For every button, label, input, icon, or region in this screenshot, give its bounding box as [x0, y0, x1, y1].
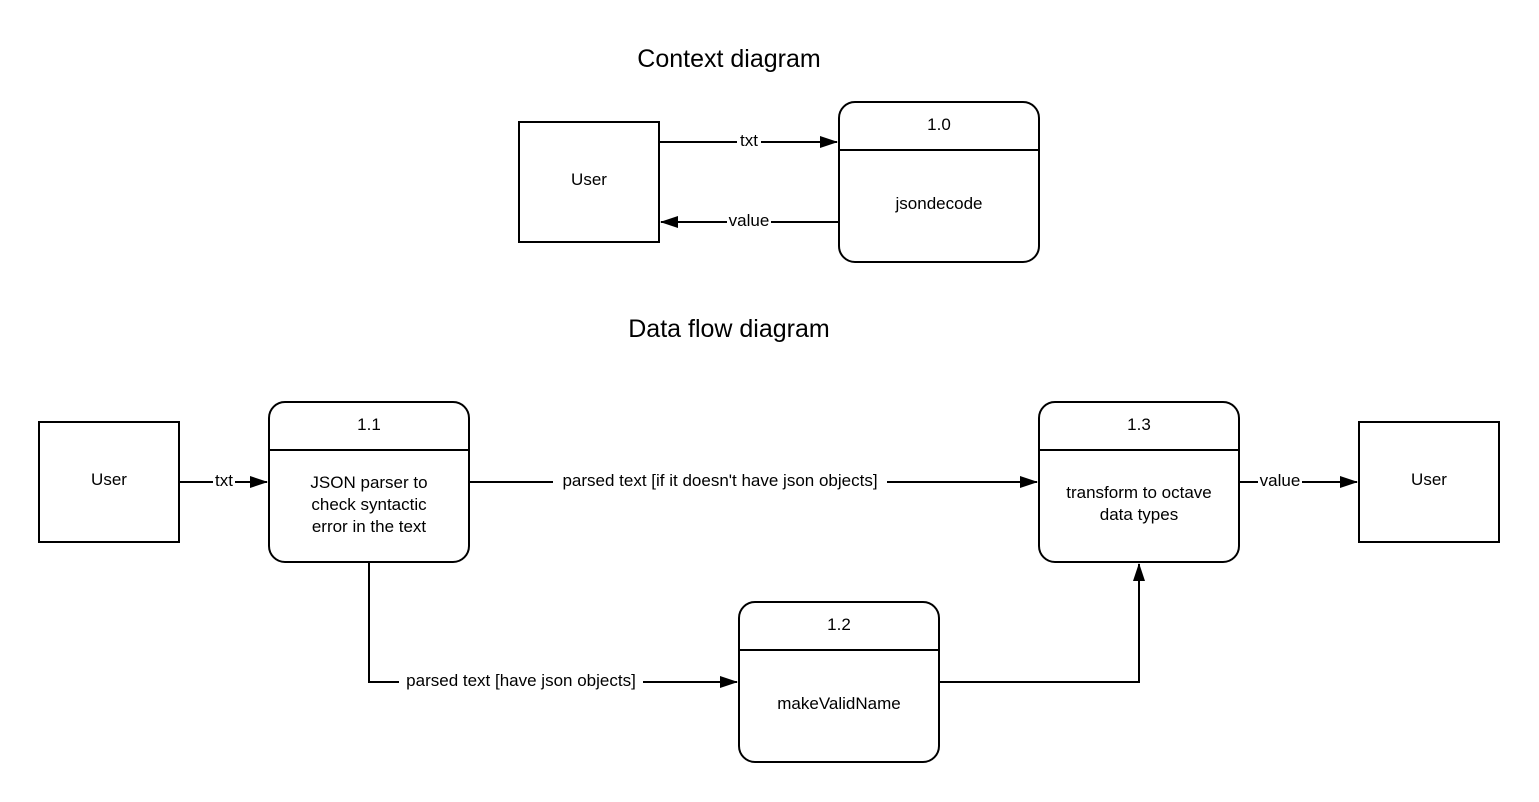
context-diagram-title: Context diagram [637, 45, 820, 73]
dfd-flow-txt[interactable]: txt [180, 471, 268, 490]
dfd-process-1-2[interactable]: 1.2 makeValidName [738, 601, 940, 763]
dfd-process-1-1[interactable]: 1.1 JSON parser to check syntactic error… [268, 401, 470, 563]
data-flow-diagram-title: Data flow diagram [628, 315, 829, 343]
process-label: makeValidName [777, 694, 900, 713]
entity-label: User [91, 470, 127, 489]
process-label-line: check syntactic [311, 495, 427, 514]
context-entity-user[interactable]: User [518, 121, 660, 243]
context-flow-value[interactable]: value [660, 211, 838, 230]
process-number: 1.2 [827, 615, 851, 634]
flow-label: value [729, 211, 770, 230]
process-label: jsondecode [895, 194, 983, 213]
dfd-flow-value[interactable]: value [1240, 471, 1358, 490]
flow-label: parsed text [if it doesn't have json obj… [562, 471, 877, 490]
flow-label: txt [740, 131, 758, 150]
process-number: 1.0 [927, 115, 951, 134]
process-label-line: JSON parser to [310, 473, 427, 492]
process-label-line: data types [1100, 505, 1178, 524]
context-process-1-0[interactable]: 1.0 jsondecode [838, 101, 1040, 263]
diagram-canvas: Context diagram User 1.0 jsondecode txt … [38, 45, 1500, 763]
process-label-line: transform to octave [1066, 483, 1212, 502]
flow-label: parsed text [have json objects] [406, 671, 636, 690]
process-number: 1.1 [357, 415, 381, 434]
dfd-entity-user-output[interactable]: User [1358, 421, 1500, 543]
context-flow-txt[interactable]: txt [660, 131, 838, 150]
dfd-flow-parsed-text-have-objects[interactable]: parsed text [have json objects] [368, 563, 738, 690]
flow-label: txt [215, 471, 233, 490]
dfd-flow-parsed-text-no-objects[interactable]: parsed text [if it doesn't have json obj… [470, 471, 1038, 490]
dfd-process-1-3[interactable]: 1.3 transform to octave data types [1038, 401, 1240, 563]
flow-label: value [1260, 471, 1301, 490]
dfd-entity-user-input[interactable]: User [38, 421, 180, 543]
entity-label: User [571, 170, 607, 189]
entity-label: User [1411, 470, 1447, 489]
process-label-line: error in the text [312, 517, 427, 536]
process-number: 1.3 [1127, 415, 1151, 434]
dfd-flow-valid-name-to-transform[interactable] [940, 563, 1145, 683]
